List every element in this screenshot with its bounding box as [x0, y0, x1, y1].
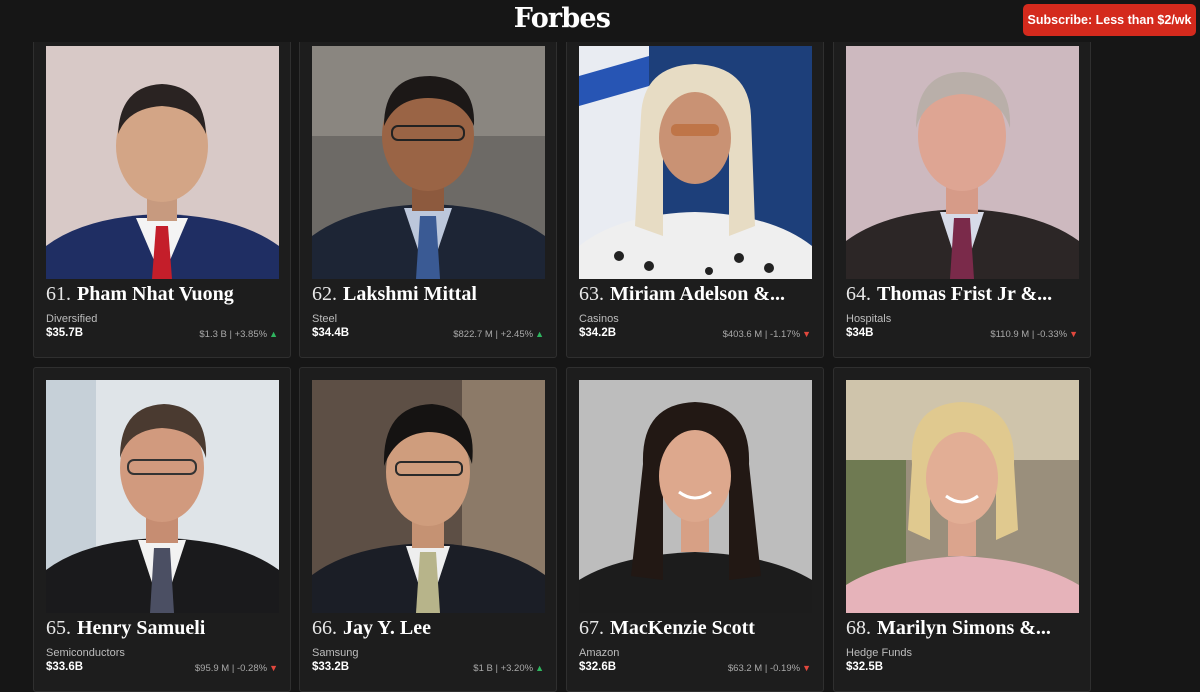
person-name[interactable]: Lakshmi Mittal — [343, 283, 477, 305]
down-arrow-icon: ▼ — [1069, 329, 1078, 339]
billionaire-card-65[interactable]: 65. Henry Samueli Semiconductors $33.6B $… — [33, 367, 291, 692]
billionaire-card-68[interactable]: 68. Marilyn Simons &... Hedge Funds $32.5… — [833, 367, 1091, 692]
portrait-photo[interactable] — [312, 46, 545, 279]
up-arrow-icon: ▲ — [535, 329, 544, 339]
forbes-logo[interactable]: Forbes — [0, 3, 1124, 34]
net-worth: $32.5B — [846, 661, 884, 673]
billionaire-card-62[interactable]: 62. Lakshmi Mittal Steel $34.4B $822.7 M … — [299, 33, 557, 358]
down-arrow-icon: ▼ — [802, 329, 811, 339]
portrait-photo[interactable] — [579, 46, 812, 279]
rank-number: 68. — [846, 617, 871, 639]
change-value: $822.7 M | +2.45% — [453, 329, 534, 340]
portrait-photo[interactable] — [579, 380, 812, 613]
billionaire-card-61[interactable]: 61. Pham Nhat Vuong Diversified $35.7B $1… — [33, 33, 291, 358]
billionaire-card-67[interactable]: 67. MacKenzie Scott Amazon $32.6B $63.2 M… — [566, 367, 824, 692]
name-line[interactable]: 63. Miriam Adelson &... — [579, 283, 815, 306]
name-line[interactable]: 67. MacKenzie Scott — [579, 617, 815, 640]
change-value: $403.6 M | -1.17% — [722, 329, 801, 340]
name-line[interactable]: 61. Pham Nhat Vuong — [46, 283, 282, 306]
net-worth: $35.7B — [46, 327, 84, 339]
down-arrow-icon: ▼ — [802, 663, 811, 673]
rank-number: 66. — [312, 617, 337, 639]
person-name[interactable]: Henry Samueli — [77, 617, 205, 639]
daily-change: $1.3 B | +3.85% ▲ — [199, 329, 278, 340]
person-name[interactable]: Marilyn Simons &... — [877, 617, 1051, 639]
net-worth: $33.6B — [46, 661, 84, 673]
person-name[interactable]: Miriam Adelson &... — [610, 283, 785, 305]
person-name[interactable]: MacKenzie Scott — [610, 617, 755, 639]
billionaire-card-64[interactable]: 64. Thomas Frist Jr &... Hospitals $34B $… — [833, 33, 1091, 358]
source-of-wealth: Casinos — [579, 313, 619, 325]
source-of-wealth: Amazon — [579, 647, 620, 659]
source-of-wealth: Samsung — [312, 647, 359, 659]
rank-number: 64. — [846, 283, 871, 305]
net-worth: $33.2B — [312, 661, 350, 673]
portrait-photo[interactable] — [846, 380, 1079, 613]
net-worth: $34.2B — [579, 327, 617, 339]
source-of-wealth: Hospitals — [846, 313, 892, 325]
source-of-wealth: Semiconductors — [46, 647, 125, 659]
net-worth: $34.4B — [312, 327, 350, 339]
portrait-photo[interactable] — [312, 380, 545, 613]
daily-change: $95.9 M | -0.28% ▼ — [195, 663, 278, 674]
billionaire-card-63[interactable]: 63. Miriam Adelson &... Casinos $34.2B $4… — [566, 33, 824, 358]
up-arrow-icon: ▲ — [535, 663, 544, 673]
name-line[interactable]: 66. Jay Y. Lee — [312, 617, 548, 640]
person-name[interactable]: Jay Y. Lee — [343, 617, 431, 639]
rank-number: 65. — [46, 617, 71, 639]
portrait-photo[interactable] — [846, 46, 1079, 279]
name-line[interactable]: 68. Marilyn Simons &... — [846, 617, 1082, 640]
daily-change: $110.9 M | -0.33% ▼ — [990, 329, 1078, 340]
change-value: $1.3 B | +3.85% — [199, 329, 268, 340]
person-name[interactable]: Pham Nhat Vuong — [77, 283, 234, 305]
rank-number: 62. — [312, 283, 337, 305]
up-arrow-icon: ▲ — [269, 329, 278, 339]
person-name[interactable]: Thomas Frist Jr &... — [877, 283, 1052, 305]
change-value: $110.9 M | -0.33% — [990, 329, 1068, 340]
daily-change: $1 B | +3.20% ▲ — [473, 663, 544, 674]
rank-number: 61. — [46, 283, 71, 305]
name-line[interactable]: 62. Lakshmi Mittal — [312, 283, 548, 306]
net-worth: $34B — [846, 327, 874, 339]
portrait-photo[interactable] — [46, 46, 279, 279]
daily-change: $63.2 M | -0.19% ▼ — [728, 663, 811, 674]
portrait-photo[interactable] — [46, 380, 279, 613]
change-value: $95.9 M | -0.28% — [194, 663, 268, 674]
source-of-wealth: Hedge Funds — [846, 647, 913, 659]
daily-change: $403.6 M | -1.17% ▼ — [723, 329, 811, 340]
down-arrow-icon: ▼ — [269, 663, 278, 673]
change-value: $1 B | +3.20% — [473, 663, 534, 674]
change-value: $63.2 M | -0.19% — [727, 663, 801, 674]
daily-change: $822.7 M | +2.45% ▲ — [453, 329, 544, 340]
source-of-wealth: Steel — [312, 313, 338, 325]
subscribe-button[interactable]: Subscribe: Less than $2/wk — [1023, 4, 1196, 36]
billionaire-card-66[interactable]: 66. Jay Y. Lee Samsung $33.2B $1 B | +3.2… — [299, 367, 557, 692]
name-line[interactable]: 64. Thomas Frist Jr &... — [846, 283, 1082, 306]
name-line[interactable]: 65. Henry Samueli — [46, 617, 282, 640]
net-worth: $32.6B — [579, 661, 617, 673]
top-bar: Forbes Subscribe: Less than $2/wk — [0, 0, 1200, 42]
source-of-wealth: Diversified — [46, 313, 98, 325]
rank-number: 63. — [579, 283, 604, 305]
rank-number: 67. — [579, 617, 604, 639]
